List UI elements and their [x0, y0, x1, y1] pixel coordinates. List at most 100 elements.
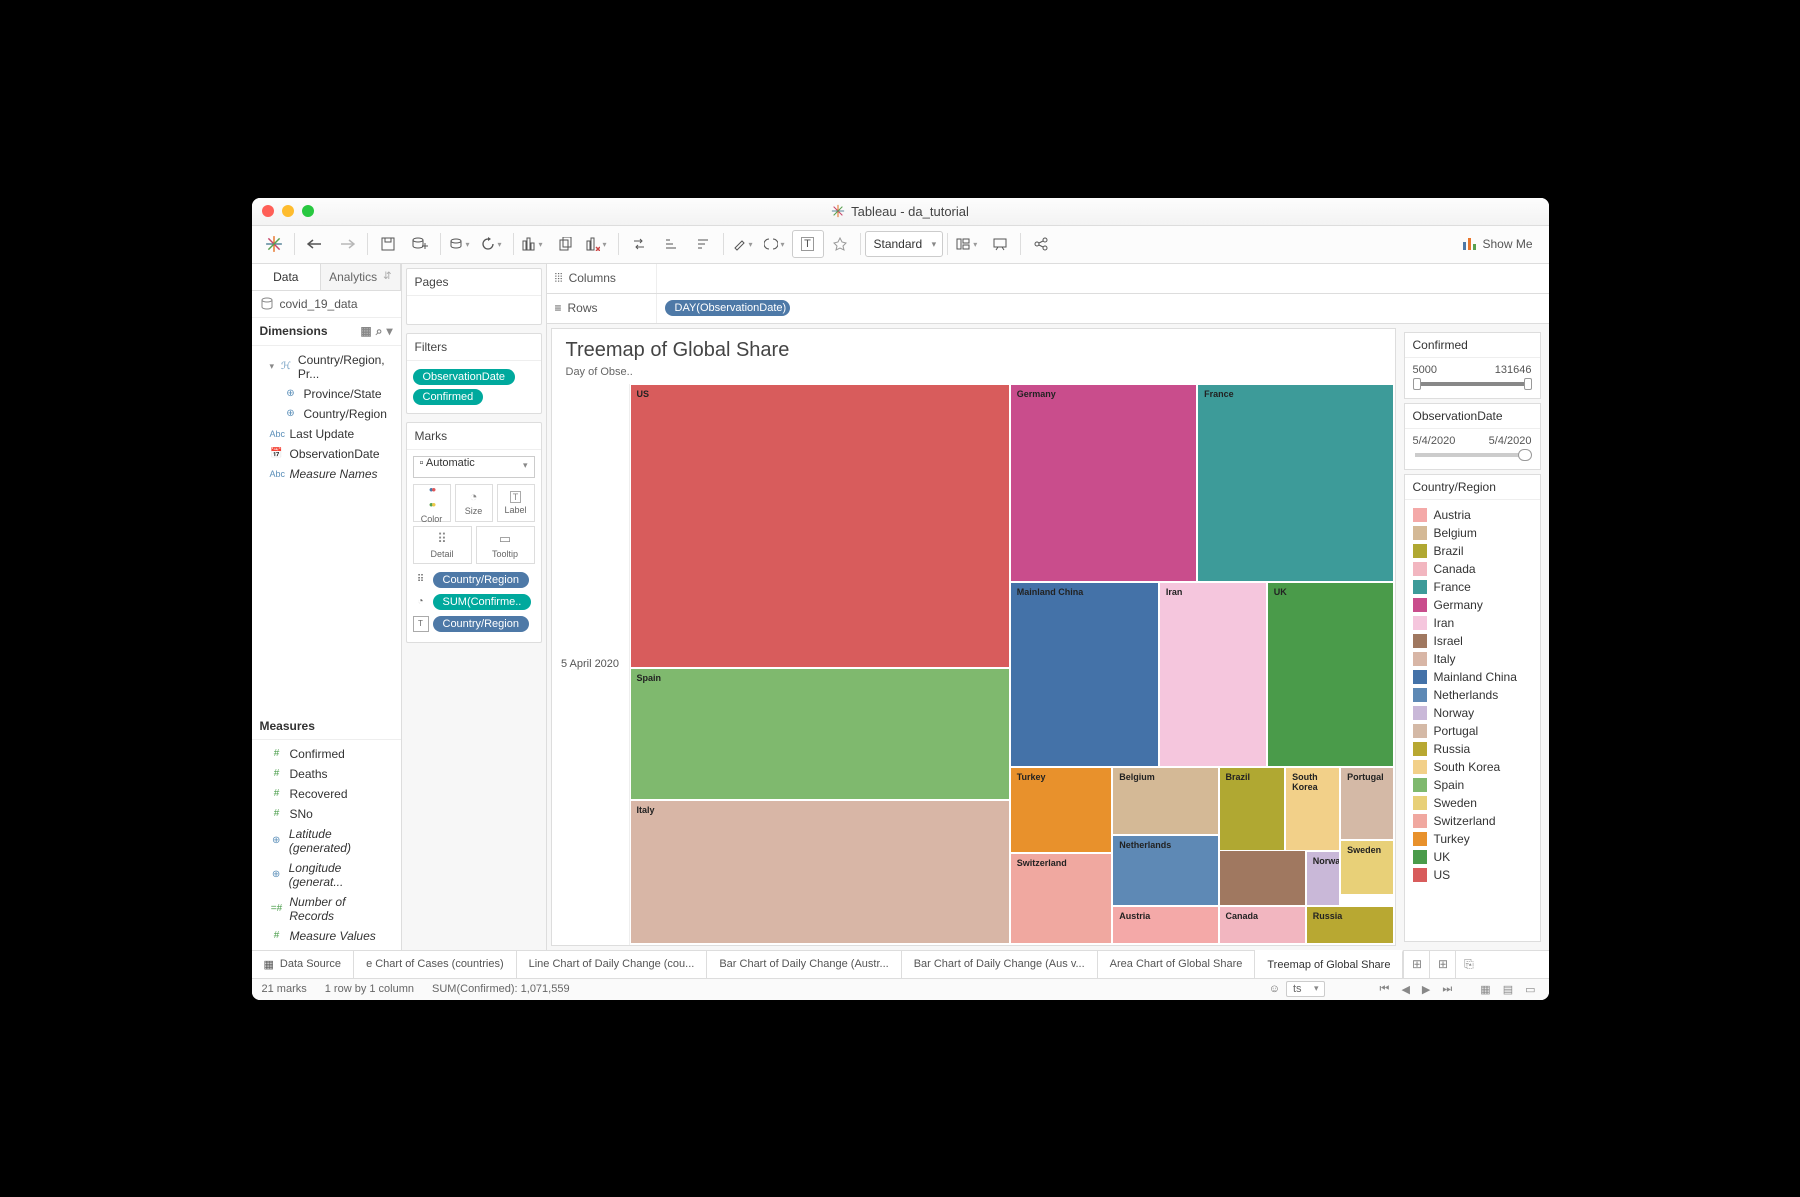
- treemap-cell[interactable]: Germany: [1010, 384, 1197, 583]
- treemap-cell[interactable]: France: [1197, 384, 1394, 583]
- legend-item[interactable]: UK: [1413, 848, 1532, 866]
- filter-pill-confirmed[interactable]: Confirmed: [413, 389, 484, 405]
- legend-item[interactable]: Spain: [1413, 776, 1532, 794]
- sort-asc-button[interactable]: [655, 230, 687, 258]
- marks-label-button[interactable]: TLabel: [497, 484, 535, 522]
- meas-lat[interactable]: ⊕Latitude (generated): [252, 824, 401, 858]
- tab-analytics[interactable]: Analytics⇵: [321, 264, 400, 290]
- legend-item[interactable]: Netherlands: [1413, 686, 1532, 704]
- treemap-cell[interactable]: Switzerland: [1010, 853, 1113, 944]
- treemap-cell[interactable]: Norway: [1306, 851, 1340, 906]
- treemap-cell[interactable]: Netherlands: [1112, 835, 1218, 906]
- new-datasource-button[interactable]: [404, 230, 436, 258]
- prev-tab-button[interactable]: ◀: [1398, 983, 1412, 996]
- legend-item[interactable]: Belgium: [1413, 524, 1532, 542]
- confirmed-filter-card[interactable]: Confirmed 5000131646: [1404, 332, 1541, 399]
- treemap-cell[interactable]: Italy: [630, 800, 1010, 945]
- legend-item[interactable]: Brazil: [1413, 542, 1532, 560]
- group-button[interactable]: ▾: [760, 230, 792, 258]
- meas-nrec[interactable]: =#Number of Records: [252, 892, 401, 926]
- clear-button[interactable]: ▾: [582, 230, 614, 258]
- pin-button[interactable]: [824, 230, 856, 258]
- rows-shelf[interactable]: ≡Rows DAY(ObservationDate): [547, 294, 1549, 324]
- share-button[interactable]: [1025, 230, 1057, 258]
- swap-button[interactable]: [623, 230, 655, 258]
- fit-selector[interactable]: Standard: [865, 231, 944, 257]
- legend-item[interactable]: France: [1413, 578, 1532, 596]
- legend-item[interactable]: Israel: [1413, 632, 1532, 650]
- tab-data-source[interactable]: ▦Data Source: [252, 951, 355, 978]
- legend-item[interactable]: Norway: [1413, 704, 1532, 722]
- dim-measure-names[interactable]: AbcMeasure Names: [252, 464, 401, 484]
- marks-color-button[interactable]: ••••Color: [413, 484, 451, 522]
- tabs-view-button[interactable]: ▦: [1477, 983, 1493, 996]
- treemap-cell[interactable]: South Korea: [1285, 767, 1340, 851]
- viz-title[interactable]: Treemap of Global Share: [552, 329, 1395, 366]
- legend-item[interactable]: US: [1413, 866, 1532, 884]
- legend-item[interactable]: Germany: [1413, 596, 1532, 614]
- dim-obs-date[interactable]: 📅ObservationDate: [252, 444, 401, 464]
- legend-item[interactable]: Turkey: [1413, 830, 1532, 848]
- treemap-cell[interactable]: US: [630, 384, 1010, 668]
- legend-item[interactable]: Austria: [1413, 506, 1532, 524]
- search-icon[interactable]: ⌕: [376, 324, 383, 339]
- legend-item[interactable]: Russia: [1413, 740, 1532, 758]
- new-story-button[interactable]: ⎘: [1455, 951, 1481, 978]
- treemap-cell[interactable]: Sweden: [1340, 840, 1394, 896]
- mark-pill-label[interactable]: Country/Region: [433, 616, 529, 632]
- sort-view-button[interactable]: ▤: [1500, 983, 1516, 996]
- filters-card[interactable]: Filters ObservationDate Confirmed: [406, 333, 542, 414]
- menu-icon[interactable]: ▾: [386, 324, 392, 339]
- zoom-window-button[interactable]: [302, 205, 314, 217]
- filter-pill-observationdate[interactable]: ObservationDate: [413, 369, 516, 385]
- legend-item[interactable]: Portugal: [1413, 722, 1532, 740]
- dim-country[interactable]: ⊕Country/Region: [252, 404, 401, 424]
- date-slider[interactable]: [1415, 453, 1530, 457]
- presentation-button[interactable]: [984, 230, 1016, 258]
- dim-hierarchy[interactable]: ▾ℋCountry/Region, Pr...: [252, 350, 401, 384]
- filmstrip-button[interactable]: ▭: [1522, 983, 1538, 996]
- treemap-cell[interactable]: Portugal: [1340, 767, 1394, 840]
- duplicate-button[interactable]: [550, 230, 582, 258]
- meas-confirmed[interactable]: #Confirmed: [252, 744, 401, 764]
- meas-lon[interactable]: ⊕Longitude (generat...: [252, 858, 401, 892]
- sheet-tab[interactable]: Bar Chart of Daily Change (Aus v...: [902, 951, 1098, 978]
- new-worksheet-button[interactable]: ▾: [518, 230, 550, 258]
- pages-card[interactable]: Pages: [406, 268, 542, 325]
- legend-item[interactable]: Italy: [1413, 650, 1532, 668]
- marks-detail-button[interactable]: ⠿Detail: [413, 526, 472, 564]
- marks-tooltip-button[interactable]: ▭Tooltip: [476, 526, 535, 564]
- observationdate-filter-card[interactable]: ObservationDate 5/4/20205/4/2020: [1404, 403, 1541, 470]
- next-tab-button[interactable]: ▶: [1419, 983, 1433, 996]
- treemap-cell[interactable]: Austria: [1112, 906, 1218, 945]
- sheet-tab-active[interactable]: Treemap of Global Share: [1255, 950, 1403, 978]
- save-button[interactable]: [372, 230, 404, 258]
- marks-size-button[interactable]: ◔Size: [455, 484, 493, 522]
- treemap-cell[interactable]: Mainland China: [1010, 582, 1159, 767]
- new-sheet-button[interactable]: ⊞: [1403, 951, 1429, 978]
- meas-recovered[interactable]: #Recovered: [252, 784, 401, 804]
- treemap-cell[interactable]: Brazil: [1219, 767, 1286, 851]
- minimize-window-button[interactable]: [282, 205, 294, 217]
- refresh-button[interactable]: ▾: [477, 230, 509, 258]
- sort-desc-button[interactable]: [687, 230, 719, 258]
- dim-last-update[interactable]: AbcLast Update: [252, 424, 401, 444]
- tableau-home-button[interactable]: [258, 230, 290, 258]
- legend-item[interactable]: Canada: [1413, 560, 1532, 578]
- treemap-cell[interactable]: Canada: [1219, 906, 1306, 945]
- tab-data[interactable]: Data: [252, 264, 322, 290]
- dim-province[interactable]: ⊕Province/State: [252, 384, 401, 404]
- treemap-cell[interactable]: Spain: [630, 668, 1010, 800]
- legend-item[interactable]: Mainland China: [1413, 668, 1532, 686]
- legend-item[interactable]: South Korea: [1413, 758, 1532, 776]
- mark-type-selector[interactable]: ▫ Automatic: [413, 456, 535, 478]
- mark-pill-color[interactable]: Country/Region: [433, 572, 529, 588]
- sheet-tab[interactable]: e Chart of Cases (countries): [354, 951, 517, 978]
- datasource-row[interactable]: covid_19_data: [252, 291, 401, 318]
- redo-button[interactable]: [331, 230, 363, 258]
- view-as-icon[interactable]: ▦: [360, 324, 371, 339]
- auto-update-button[interactable]: ▾: [445, 230, 477, 258]
- first-tab-button[interactable]: ⏮: [1377, 983, 1393, 996]
- mark-pill-size[interactable]: SUM(Confirme..: [433, 594, 532, 610]
- treemap-cell[interactable]: UK: [1267, 582, 1395, 767]
